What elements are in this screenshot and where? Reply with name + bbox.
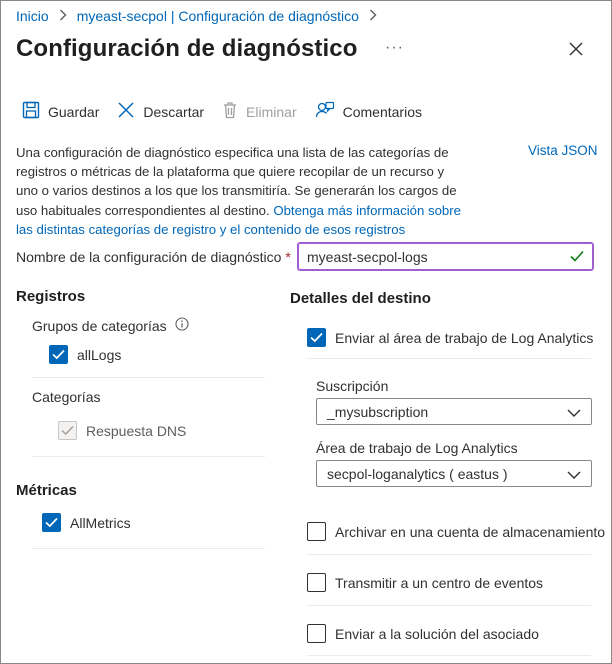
close-icon[interactable] <box>568 41 586 59</box>
chevron-right-icon <box>59 8 67 24</box>
name-input-value: myeast-secpol-logs <box>307 248 428 265</box>
name-input[interactable]: myeast-secpol-logs <box>297 242 594 271</box>
subscription-select[interactable]: _mysubscription <box>316 398 592 425</box>
event-hub-checkbox[interactable] <box>307 573 326 592</box>
event-hub-row[interactable]: Transmitir a un centro de eventos <box>307 573 543 592</box>
categories-label: Categorías <box>32 389 101 405</box>
workspace-select[interactable]: secpol-loganalytics ( eastus ) <box>316 460 592 487</box>
send-log-analytics-checkbox[interactable] <box>307 328 326 347</box>
more-options-icon[interactable]: ··· <box>385 39 404 57</box>
workspace-value: secpol-loganalytics ( eastus ) <box>327 465 508 482</box>
alllogs-checkbox[interactable] <box>49 345 68 364</box>
description: Una configuración de diagnóstico especif… <box>16 143 466 239</box>
archive-storage-checkbox[interactable] <box>307 522 326 541</box>
chevron-down-icon <box>567 404 581 420</box>
divider <box>32 548 265 549</box>
metrics-heading: Métricas <box>16 482 77 499</box>
dns-response-checkbox[interactable] <box>58 421 77 440</box>
breadcrumb-home[interactable]: Inicio <box>16 8 49 24</box>
partner-solution-row[interactable]: Enviar a la solución del asociado <box>307 624 539 643</box>
destination-heading: Detalles del destino <box>290 290 431 307</box>
json-view-link[interactable]: Vista JSON <box>528 143 598 158</box>
category-groups-label: Grupos de categorías <box>32 317 189 334</box>
allmetrics-checkbox[interactable] <box>42 513 61 532</box>
info-icon[interactable] <box>175 317 189 334</box>
trash-icon <box>222 101 238 122</box>
divider <box>32 377 265 378</box>
discard-x-icon <box>117 101 135 122</box>
feedback-icon <box>315 101 335 122</box>
logs-heading: Registros <box>16 288 86 305</box>
feedback-button[interactable]: Comentarios <box>315 101 422 122</box>
required-mark: * <box>285 249 291 265</box>
divider <box>32 456 265 457</box>
breadcrumb: Inicio myeast-secpol | Configuración de … <box>16 8 377 24</box>
breadcrumb-resource[interactable]: myeast-secpol | Configuración de diagnós… <box>77 8 359 24</box>
partner-solution-checkbox[interactable] <box>307 624 326 643</box>
chevron-right-icon <box>369 8 377 24</box>
save-icon <box>22 101 40 122</box>
discard-button[interactable]: Descartar <box>117 101 204 122</box>
alllogs-checkbox-row[interactable]: allLogs <box>49 345 121 364</box>
name-field-label: Nombre de la configuración de diagnóstic… <box>16 249 291 265</box>
allmetrics-checkbox-row[interactable]: AllMetrics <box>42 513 131 532</box>
divider <box>307 358 591 359</box>
send-log-analytics-row[interactable]: Enviar al área de trabajo de Log Analyti… <box>307 328 593 347</box>
subscription-label: Suscripción <box>316 378 389 394</box>
subscription-value: _mysubscription <box>327 403 429 420</box>
page-title: Configuración de diagnóstico <box>16 35 358 62</box>
divider <box>307 605 591 606</box>
command-bar: Guardar Descartar Eliminar Comentarios <box>22 101 440 122</box>
checkmark-icon <box>570 249 584 265</box>
archive-storage-row[interactable]: Archivar en una cuenta de almacenamiento <box>307 522 605 541</box>
divider <box>307 554 591 555</box>
dns-response-checkbox-row[interactable]: Respuesta DNS <box>58 421 186 440</box>
workspace-label: Área de trabajo de Log Analytics <box>316 440 518 456</box>
chevron-down-icon <box>567 466 581 482</box>
divider <box>307 655 591 656</box>
save-button[interactable]: Guardar <box>22 101 99 122</box>
delete-button[interactable]: Eliminar <box>222 101 297 122</box>
